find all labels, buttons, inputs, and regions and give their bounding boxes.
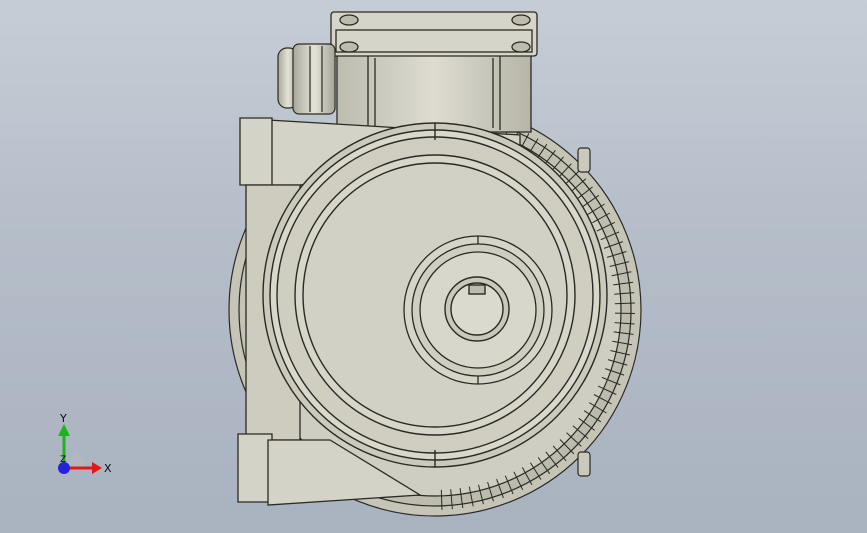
y-axis-arrow: [58, 424, 70, 436]
coordinate-triad: Y X Z: [58, 412, 112, 475]
cooling-rib: [440, 489, 443, 510]
x-axis-label: X: [104, 462, 112, 475]
z-axis-label: Z: [60, 455, 66, 465]
cooling-rib: [614, 302, 635, 305]
y-axis-label: Y: [59, 412, 67, 425]
motor-model-front-view[interactable]: [0, 0, 867, 533]
motor-shaft: [444, 276, 510, 342]
cable-gland: [277, 43, 336, 115]
graphics-viewport[interactable]: Y X Z: [0, 0, 867, 533]
x-axis-arrow: [92, 462, 102, 474]
terminal-box: [330, 11, 538, 133]
